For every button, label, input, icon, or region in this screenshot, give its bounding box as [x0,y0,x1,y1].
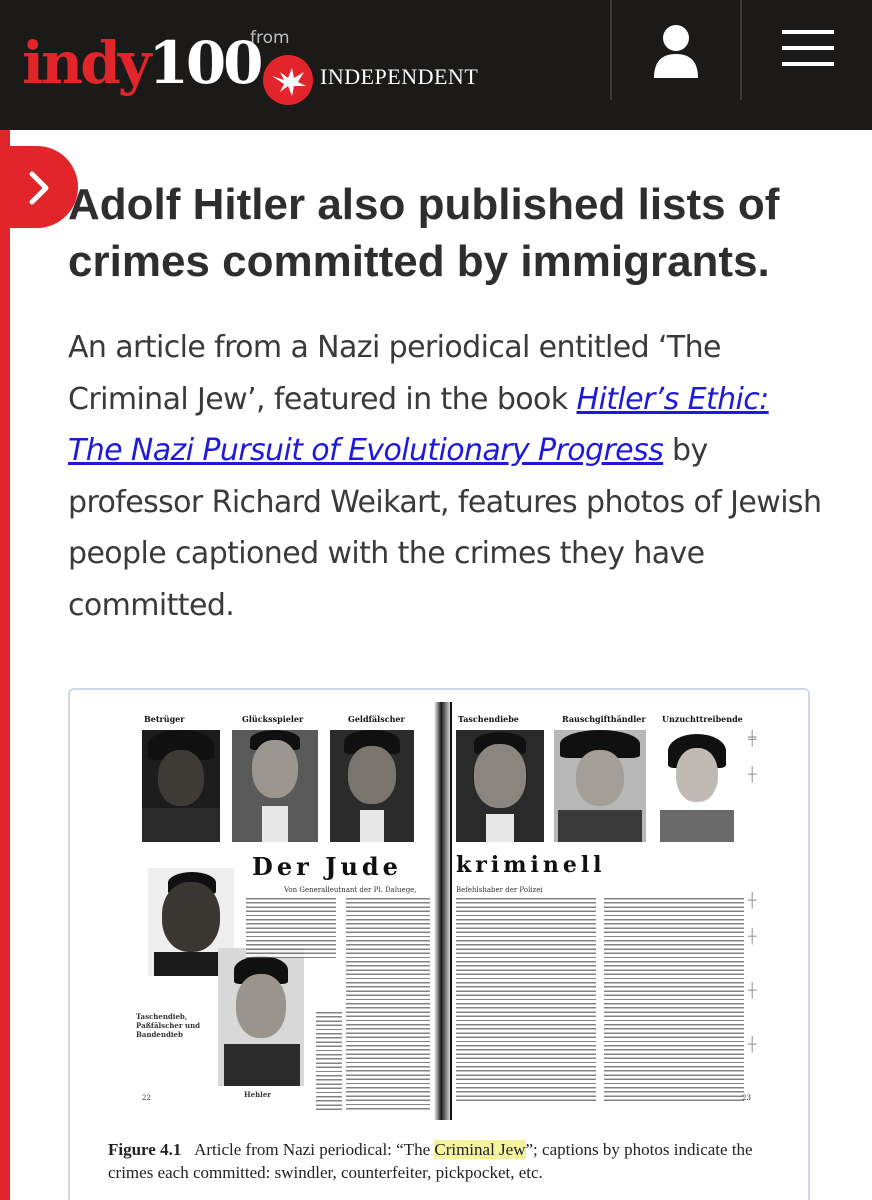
menu-button[interactable] [742,0,872,100]
scan-right-page: Taschendiebe Rauschgifthändler Unzuchttr… [452,702,788,1120]
caption-text-before: Article from Nazi periodical: “The [194,1140,435,1159]
mugshot-photo [232,730,318,842]
figure-caption: Figure 4.1 Article from Nazi periodical:… [108,1138,798,1184]
logo-indy-text: indy [22,29,151,97]
scan-page-number: 23 [742,1094,751,1102]
user-icon [654,25,698,78]
scan-text-column [456,898,596,1104]
user-account-button[interactable] [612,0,740,100]
site-header: indy100 from INDEPENDENT [0,0,872,130]
mugshot-photo [330,730,414,842]
scan-text-column [246,898,336,958]
scan-caption: Rauschgifthändler [562,714,646,724]
logo-from-text: from [250,28,290,48]
scan-subline: Von Generalleutnant der Pl. Daluege, [284,886,417,894]
scan-side-caption: Hehler [244,1090,271,1099]
mugshot-photo [218,948,304,1086]
chevron-right-icon [29,171,49,205]
figure-label: Figure 4.1 [108,1140,182,1159]
scan-caption: Unzuchttreibende [662,714,743,724]
scan-left-page: Betrüger Glücksspieler Geldfälscher Der … [134,702,440,1120]
scan-text-column [604,898,744,1104]
mugshot-photo [654,730,740,842]
logo-wordmark: indy100 [22,28,264,98]
scan-text-column [346,898,430,1112]
scan-text-column [316,1012,342,1112]
scan-caption: Geldfälscher [348,714,405,724]
scan-subline: Befehlshaber der Polizei [456,886,543,894]
margin-annotations: ╪ ┼ ┼ ┼ ┼ ┼ [748,731,757,1053]
logo-independent-text: INDEPENDENT [320,64,479,89]
caption-highlight: Criminal Jew [434,1140,526,1159]
article-paragraph: An article from a Nazi periodical entitl… [68,322,828,631]
scan-caption: Taschendiebe [458,714,519,724]
scan-page-number: 22 [142,1094,151,1102]
figure-scan-image: Betrüger Glücksspieler Geldfälscher Der … [134,702,788,1120]
scan-caption: Betrüger [144,714,185,724]
scan-title: Der Jude [252,852,402,881]
article-headline: Adolf Hitler also published lists of cri… [68,180,780,286]
independent-eagle-icon [263,55,313,105]
left-accent-bar [0,130,10,1200]
mugshot-photo [142,730,220,842]
mugshot-photo [554,730,646,842]
scan-side-caption: Taschendieb, Paßfälscher und Bandendieb [136,1012,201,1039]
logo-number-text: 100 [148,29,263,97]
scan-title: kriminell [456,852,606,878]
next-article-tab[interactable] [0,146,78,228]
hamburger-menu-icon [782,30,834,66]
mugshot-photo [456,730,544,842]
scan-caption: Glücksspieler [242,714,304,724]
indy100-logo[interactable]: indy100 from INDEPENDENT [22,28,482,105]
